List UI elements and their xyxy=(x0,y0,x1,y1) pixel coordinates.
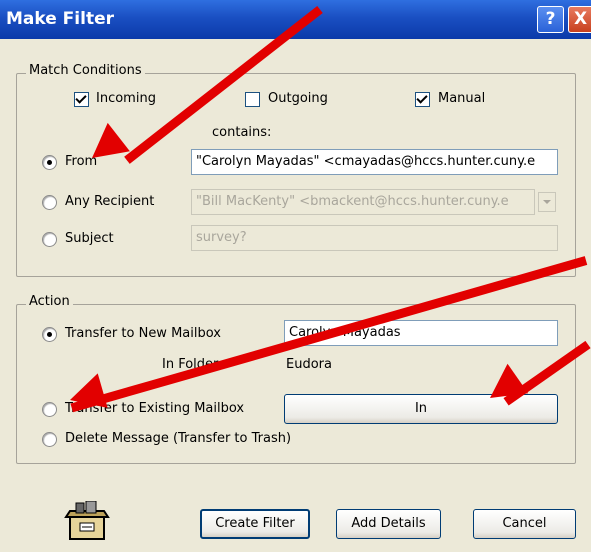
cancel-button[interactable]: Cancel xyxy=(473,509,576,539)
from-field[interactable]: "Carolyn Mayadas" <cmayadas@hccs.hunter.… xyxy=(191,149,558,175)
outgoing-label: Outgoing xyxy=(268,91,328,106)
contains-label: contains: xyxy=(212,125,272,140)
subject-label: Subject xyxy=(65,231,114,246)
help-button[interactable]: ? xyxy=(537,6,564,33)
from-radio[interactable] xyxy=(42,155,57,170)
transfer-new-radio[interactable] xyxy=(42,327,57,342)
close-button[interactable]: X xyxy=(568,6,591,33)
delete-message-label: Delete Message (Transfer to Trash) xyxy=(65,431,292,446)
any-recipient-radio[interactable] xyxy=(42,195,57,210)
incoming-label: Incoming xyxy=(96,91,156,106)
filter-basket-icon xyxy=(64,501,110,540)
outgoing-checkbox[interactable] xyxy=(245,92,260,107)
any-recipient-label: Any Recipient xyxy=(65,194,155,209)
delete-message-radio[interactable] xyxy=(42,432,57,447)
window-title: Make Filter xyxy=(6,9,114,29)
subject-field[interactable]: survey? xyxy=(191,225,558,251)
create-filter-button[interactable]: Create Filter xyxy=(200,509,310,539)
manual-label: Manual xyxy=(438,91,486,106)
transfer-existing-radio[interactable] xyxy=(42,402,57,417)
add-details-button[interactable]: Add Details xyxy=(336,509,441,539)
recipient-field[interactable]: "Bill MacKenty" <bmackent@hccs.hunter.cu… xyxy=(191,189,535,215)
recipient-dropdown-arrow-icon[interactable] xyxy=(538,192,556,212)
action-legend: Action xyxy=(26,294,73,309)
match-conditions-legend: Match Conditions xyxy=(26,63,145,78)
in-folder-value: Eudora xyxy=(286,357,332,372)
manual-checkbox[interactable] xyxy=(415,92,430,107)
incoming-checkbox[interactable] xyxy=(74,92,89,107)
subject-radio[interactable] xyxy=(42,232,57,247)
transfer-new-label: Transfer to New Mailbox xyxy=(65,326,221,341)
